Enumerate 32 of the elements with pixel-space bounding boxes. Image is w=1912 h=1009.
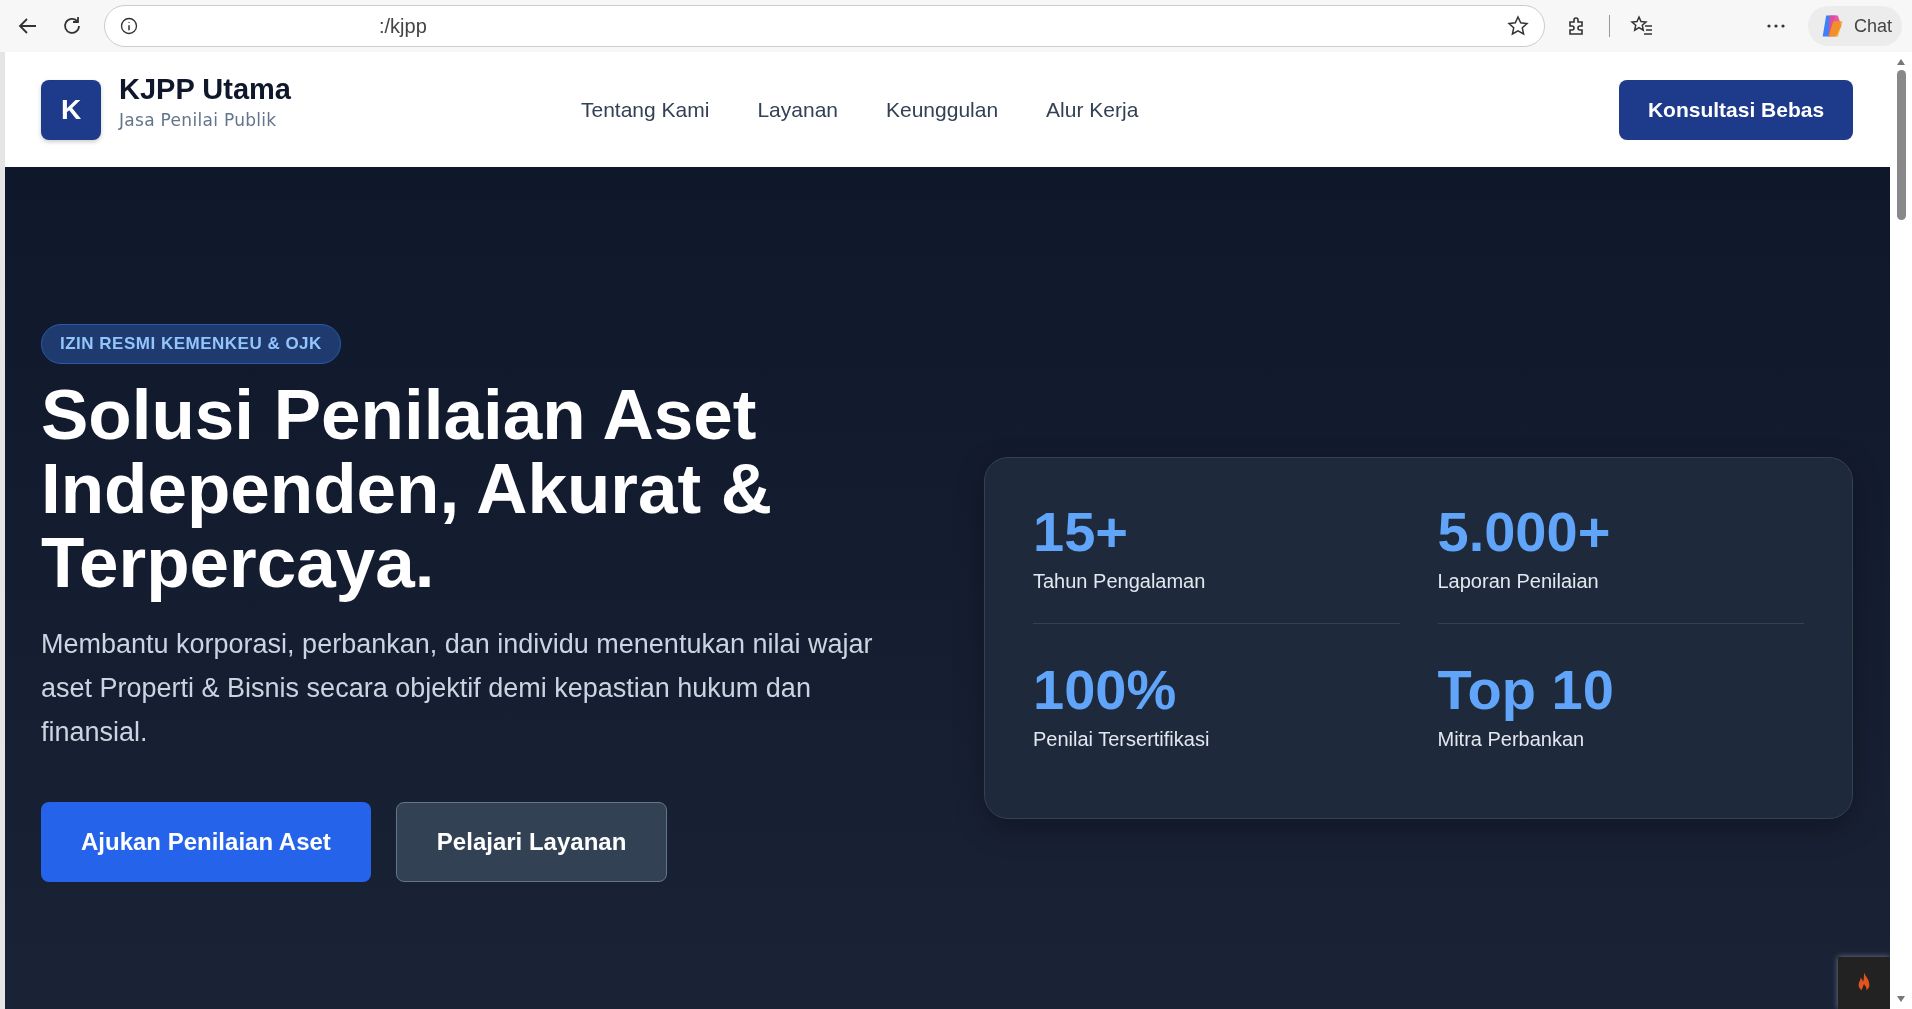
floating-widget[interactable]: [1838, 957, 1890, 1009]
license-badge: IZIN RESMI KEMENKEU & OJK: [41, 324, 341, 364]
stat-value: 15+: [1033, 502, 1129, 562]
stat-label: Mitra Perbankan: [1437, 728, 1586, 751]
logo-mark: K: [41, 79, 101, 140]
info-icon[interactable]: [119, 16, 139, 36]
secondary-button[interactable]: Pelajari Layanan: [395, 802, 668, 882]
nav-link[interactable]: Tentang Kami: [581, 97, 710, 122]
favorites-icon[interactable]: [1629, 14, 1654, 38]
stat-label: Penilai Tersertifikasi: [1033, 728, 1211, 751]
primary-button[interactable]: Ajukan Penilaian Aset: [41, 802, 371, 882]
scrollbar[interactable]: [1890, 52, 1912, 1009]
nav-link[interactable]: Layanan: [757, 97, 838, 122]
scroll-down-icon[interactable]: [1896, 995, 1906, 1003]
consultation-button[interactable]: Konsultasi Bebas: [1619, 79, 1853, 140]
stat-label: Tahun Pengalaman: [1033, 570, 1207, 593]
stat-value: 100%: [1033, 660, 1178, 720]
address-bar[interactable]: :/kjpp: [104, 5, 1545, 47]
hero-title: Solusi Penilaian Aset Independen, Akurat & Terpercaya.: [41, 378, 773, 600]
stat-value: Top 10: [1437, 660, 1615, 720]
chat-button[interactable]: Chat: [1807, 6, 1902, 46]
star-icon[interactable]: [1505, 14, 1530, 38]
hero-description: Membantu korporasi, perbankan, dan individu menentukan nilai wajar aset Properti & Bisnis secara objektif demi kepastian hukum dan finansial.: [41, 628, 874, 749]
url-text: :/kjpp: [379, 14, 428, 38]
brand-tagline: Jasa Penilai Publik: [119, 110, 278, 130]
stat-value: 5.000+: [1437, 502, 1612, 562]
scroll-thumb[interactable]: [1896, 70, 1906, 220]
nav-link[interactable]: Alur Kerja: [1046, 97, 1139, 122]
brand-name: KJPP Utama: [119, 73, 291, 106]
nav-link[interactable]: Keunggulan: [886, 97, 999, 122]
scroll-up-icon[interactable]: [1896, 58, 1906, 66]
stat-label: Laporan Penilaian: [1437, 570, 1600, 593]
